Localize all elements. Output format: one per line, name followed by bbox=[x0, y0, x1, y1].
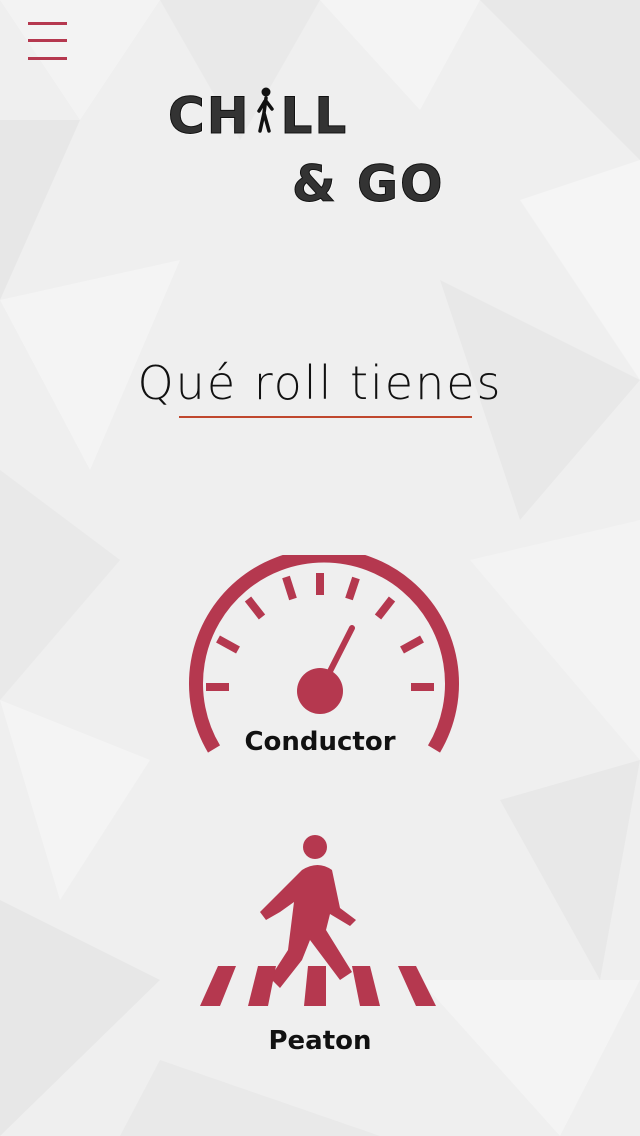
page-title: Qué roll tienes bbox=[137, 356, 503, 410]
role-peaton-label: Peaton bbox=[268, 1026, 372, 1056]
logo-line1: CH LL bbox=[168, 87, 349, 146]
role-peaton-button[interactable]: Peaton bbox=[180, 830, 460, 1060]
menu-bar bbox=[28, 22, 67, 25]
title-underline bbox=[179, 416, 472, 418]
role-conductor-label: Conductor bbox=[244, 727, 396, 757]
role-conductor-button[interactable]: Conductor bbox=[180, 555, 460, 765]
hamburger-menu-button[interactable] bbox=[28, 22, 68, 62]
menu-bar bbox=[28, 39, 67, 42]
pedestrian-crossing-icon bbox=[200, 835, 436, 1006]
logo-line2: & GO bbox=[292, 155, 445, 214]
speedometer-icon bbox=[189, 555, 459, 753]
walker-icon bbox=[256, 87, 274, 133]
menu-bar bbox=[28, 57, 67, 60]
app-logo: CH LL & GO bbox=[168, 86, 478, 214]
